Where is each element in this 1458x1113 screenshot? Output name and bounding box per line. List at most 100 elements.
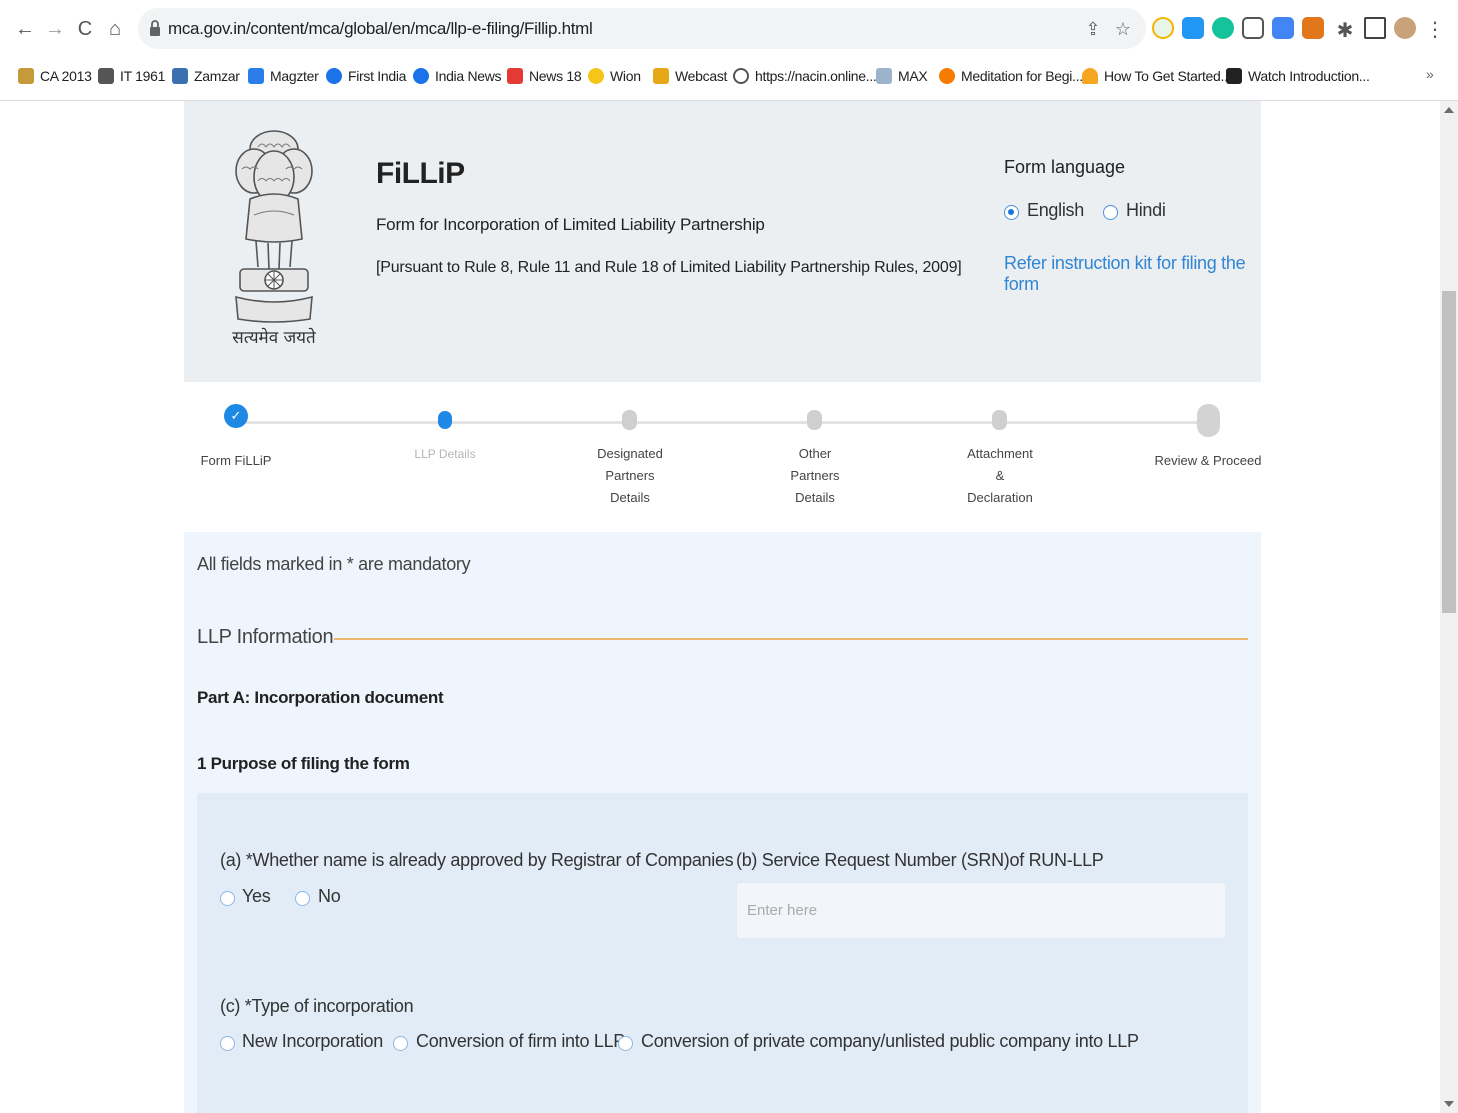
page-title: FiLLiP bbox=[376, 157, 465, 190]
bookmark-item[interactable]: News 18 bbox=[507, 64, 582, 88]
bookmark-item[interactable]: IT 1961 bbox=[98, 64, 165, 88]
question-a-label: (a) *Whether name is already approved by… bbox=[220, 850, 734, 870]
part-heading: Part A: Incorporation document bbox=[197, 688, 444, 707]
form-subtitle: Form for Incorporation of Limited Liabil… bbox=[376, 215, 765, 234]
reload-icon[interactable]: C bbox=[72, 14, 98, 44]
step-pending-dot[interactable] bbox=[992, 410, 1007, 430]
step-label-review-proceed[interactable]: Review & Proceed bbox=[1148, 450, 1268, 472]
magzter-icon bbox=[248, 68, 264, 84]
play-icon bbox=[326, 68, 342, 84]
url-text[interactable]: mca.gov.in/content/mca/global/en/mca/llp… bbox=[168, 19, 593, 39]
step-label-attachment-declaration[interactable]: Attachment & Declaration bbox=[950, 443, 1050, 509]
srn-input[interactable] bbox=[736, 882, 1226, 939]
coursera-icon bbox=[1226, 68, 1242, 84]
form-rule-reference: [Pursuant to Rule 8, Rule 11 and Rule 18… bbox=[376, 259, 962, 276]
question-c-label: (c) *Type of incorporation bbox=[220, 996, 414, 1016]
forward-icon[interactable]: → bbox=[42, 14, 68, 44]
name-approved-no-radio[interactable] bbox=[295, 891, 310, 906]
company-conversion-radio[interactable] bbox=[618, 1036, 633, 1051]
side-panel-icon[interactable] bbox=[1364, 17, 1386, 39]
language-english-label[interactable]: English bbox=[1027, 200, 1084, 221]
section-divider bbox=[334, 638, 1248, 640]
section-title: LLP Information bbox=[197, 626, 334, 648]
bookmarks-bar: CA 2013 IT 1961 Zamzar Magzter First Ind… bbox=[0, 58, 1458, 94]
emblem-icon bbox=[18, 68, 34, 84]
back-icon[interactable]: ← bbox=[12, 14, 38, 44]
wion-icon bbox=[588, 68, 604, 84]
bookmark-item[interactable]: Zamzar bbox=[172, 64, 240, 88]
address-bar-row: ← → C ⌂ mca.gov.in/content/mca/global/en… bbox=[0, 0, 1458, 58]
bookmark-item[interactable]: https://nacin.online... bbox=[733, 64, 877, 88]
translate-icon[interactable] bbox=[1272, 17, 1294, 39]
step-pending-dot[interactable] bbox=[1197, 404, 1220, 437]
bookmark-item[interactable]: India News bbox=[413, 64, 502, 88]
language-hindi-label[interactable]: Hindi bbox=[1126, 200, 1166, 221]
step-pending-dot[interactable] bbox=[807, 410, 822, 430]
step-label-designated-partners[interactable]: Designated Partners Details bbox=[580, 443, 680, 509]
play-icon bbox=[413, 68, 429, 84]
new-incorporation-label[interactable]: New Incorporation bbox=[242, 1031, 383, 1052]
instruction-kit-link[interactable]: Refer instruction kit for filing the for… bbox=[1004, 253, 1261, 295]
name-approved-yes-label[interactable]: Yes bbox=[242, 886, 271, 907]
step-label-other-partners[interactable]: Other Partners Details bbox=[765, 443, 865, 509]
bookmark-item[interactable]: Webcast bbox=[653, 64, 727, 88]
bookmark-item[interactable]: How To Get Started... bbox=[1082, 64, 1232, 88]
language-hindi-radio[interactable] bbox=[1103, 205, 1118, 220]
extensions-puzzle-icon[interactable]: ✱ bbox=[1332, 15, 1358, 45]
grammarly-icon[interactable] bbox=[1212, 17, 1234, 39]
name-approved-yes-radio[interactable] bbox=[220, 891, 235, 906]
scroll-down-arrow-icon[interactable] bbox=[1444, 1101, 1454, 1107]
max-icon bbox=[876, 68, 892, 84]
metamask-icon[interactable] bbox=[1302, 17, 1324, 39]
extension-icon[interactable] bbox=[1182, 17, 1204, 39]
arch-icon bbox=[1082, 68, 1098, 84]
emblem-motto: सत्यमेव जयते bbox=[232, 328, 316, 348]
bookmark-star-icon[interactable]: ☆ bbox=[1112, 18, 1134, 40]
headspace-icon bbox=[939, 68, 955, 84]
question-b-label: (b) Service Request Number (SRN)of RUN-L… bbox=[736, 850, 1104, 870]
home-icon[interactable]: ⌂ bbox=[102, 14, 128, 44]
new-incorporation-radio[interactable] bbox=[220, 1036, 235, 1051]
form-header: सत्यमेव जयते FiLLiP Form for Incorporati… bbox=[184, 101, 1261, 382]
step-pending-dot[interactable] bbox=[622, 410, 637, 430]
step-current-dot[interactable] bbox=[438, 411, 452, 429]
scrollbar-thumb[interactable] bbox=[1442, 291, 1456, 613]
scrollbar[interactable] bbox=[1440, 101, 1458, 1113]
omnibox[interactable]: mca.gov.in/content/mca/global/en/mca/llp… bbox=[138, 8, 1146, 49]
mandatory-note: All fields marked in * are mandatory bbox=[197, 554, 471, 574]
bookmark-item[interactable]: Wion bbox=[588, 64, 641, 88]
bookmark-item[interactable]: Meditation for Begi... bbox=[939, 64, 1083, 88]
news18-icon bbox=[507, 68, 523, 84]
company-conversion-label[interactable]: Conversion of private company/unlisted p… bbox=[641, 1031, 1139, 1052]
form-content: All fields marked in * are mandatory LLP… bbox=[184, 532, 1261, 1113]
bookmark-item[interactable]: Watch Introduction... bbox=[1226, 64, 1370, 88]
name-approved-no-label[interactable]: No bbox=[318, 886, 341, 907]
bookmark-item[interactable]: Magzter bbox=[248, 64, 319, 88]
lock-icon bbox=[150, 20, 160, 36]
scroll-up-arrow-icon[interactable] bbox=[1444, 107, 1454, 113]
extension-icon[interactable] bbox=[1242, 17, 1264, 39]
language-english-radio[interactable] bbox=[1004, 205, 1019, 220]
form-language-label: Form language bbox=[1004, 157, 1126, 177]
step-label-form-fillip[interactable]: Form FiLLiP bbox=[186, 450, 286, 472]
question-group-title: 1 Purpose of filing the form bbox=[197, 754, 410, 773]
step-complete-check-icon[interactable]: ✓ bbox=[224, 404, 248, 428]
bookmark-item[interactable]: First India bbox=[326, 64, 406, 88]
menu-kebab-icon[interactable]: ⋮ bbox=[1422, 14, 1448, 44]
firm-conversion-label[interactable]: Conversion of firm into LLP bbox=[416, 1031, 625, 1052]
browser-chrome: ← → C ⌂ mca.gov.in/content/mca/global/en… bbox=[0, 0, 1458, 101]
bookmarks-overflow-button[interactable]: » bbox=[1426, 66, 1434, 82]
question-panel: (a) *Whether name is already approved by… bbox=[197, 793, 1248, 1113]
share-icon[interactable]: ⇪ bbox=[1082, 18, 1104, 40]
extension-icon[interactable] bbox=[1152, 17, 1174, 39]
firm-conversion-radio[interactable] bbox=[393, 1036, 408, 1051]
progress-stepper: ✓ Form FiLLiP LLP Details Designated Par… bbox=[184, 382, 1261, 532]
bookmark-item[interactable]: MAX bbox=[876, 64, 928, 88]
stepper-track bbox=[236, 421, 1208, 424]
step-label-llp-details[interactable]: LLP Details bbox=[395, 443, 495, 465]
bookmark-item[interactable]: CA 2013 bbox=[18, 64, 92, 88]
emblem-icon bbox=[98, 68, 114, 84]
avatar[interactable] bbox=[1394, 17, 1416, 39]
globe-icon bbox=[733, 68, 749, 84]
national-emblem-icon bbox=[235, 130, 313, 323]
